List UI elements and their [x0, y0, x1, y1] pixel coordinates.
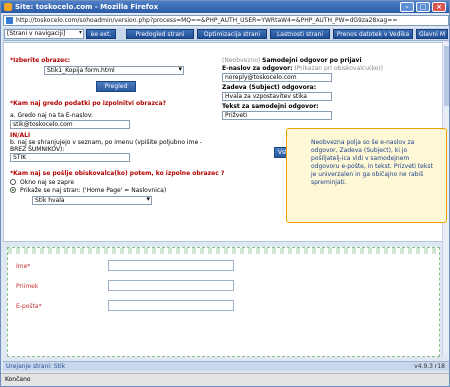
status-text: Končano	[5, 376, 31, 383]
close-window-label: Okno naj se zapre	[20, 179, 75, 186]
select-form-label: *Izberite obrazec:	[10, 57, 71, 64]
close-window-radio[interactable]	[10, 179, 16, 185]
page-icon	[6, 17, 13, 24]
preview-top-border	[8, 248, 439, 254]
browser-status-bar: Končano	[1, 373, 449, 386]
email-field-label: E-pošta*	[16, 303, 42, 310]
tooltip-text: Neobvezna polja so še e-naslov za odgovo…	[311, 139, 433, 186]
database-name-input[interactable]: STIK	[10, 153, 130, 162]
autoreply-heading: (Neobvezno) Samodejni odgovor po prijavi	[222, 57, 362, 64]
scrollbar-thumb[interactable]	[444, 46, 449, 106]
reply-email-title: E-naslov za odgovor:	[222, 65, 293, 72]
subject-label: Zadeva (Subject) odgovora:	[222, 84, 317, 91]
firefox-icon	[4, 3, 12, 11]
show-page-radio[interactable]	[10, 187, 16, 193]
page-properties-button[interactable]: Lastnosti strani	[270, 29, 330, 39]
autoreply-title: Samodejni odgovor po prijavi	[262, 57, 362, 64]
file-download-button[interactable]: Prenos datotek v Vedika	[333, 29, 413, 39]
optimize-page-button[interactable]: Optimizacija strani	[197, 29, 267, 39]
maximize-icon[interactable]: □	[416, 2, 430, 12]
address-bar[interactable]: http://toskocelo.com/sohoadmin/version.p…	[3, 15, 449, 26]
preview-form-button[interactable]: Pregled	[96, 81, 136, 92]
reply-email-hint: (Prikazan pri obiskovalcu(ko))	[294, 65, 384, 72]
subject-input[interactable]: Hvala za vzpostavitev stika	[222, 92, 332, 101]
close-icon[interactable]: ×	[432, 2, 446, 12]
email-field-input[interactable]	[108, 300, 234, 311]
form-select[interactable]: Stik1_Kopija form.html	[44, 66, 184, 75]
page-navigation-select[interactable]: [Strani v navigaciji]	[4, 29, 84, 39]
optional-label: (Neobvezno)	[222, 57, 261, 64]
surname-field-label: Priimek	[16, 283, 39, 290]
or-label: IN/ALI	[10, 132, 31, 139]
reply-text-input[interactable]: Prižveti	[222, 111, 332, 120]
form-preview-area: Ime* Priimek E-pošta*	[7, 247, 440, 357]
browser-window: Site: toskocelo.com - Mozilla Firefox – …	[0, 0, 450, 387]
name-field-input[interactable]	[108, 260, 234, 271]
thank-you-page-select[interactable]: Stik hvala	[32, 196, 152, 205]
help-tooltip: Neobvezna polja so še e-naslov za odgovo…	[286, 128, 447, 223]
url-text: http://toskocelo.com/sohoadmin/version.p…	[16, 17, 398, 24]
surname-field-input[interactable]	[108, 280, 234, 291]
email-option-label: a. Gredo naj na ta E-naslov:	[10, 112, 94, 119]
window-controls: – □ ×	[400, 2, 446, 12]
name-field-label: Ime*	[16, 263, 31, 270]
show-page-label: Prikaže se naj stran: ('Home Page' = Nas…	[20, 187, 167, 194]
destination-email-input[interactable]: stik@toskocelo.com	[10, 120, 130, 129]
redirect-label: *Kam naj se pošlje obiskovalca(ko) potem…	[10, 170, 225, 177]
editing-page-label: Urejanje strani: Stik	[6, 363, 66, 370]
ext-button[interactable]: èe ext.	[86, 29, 116, 39]
main-menu-button[interactable]: Glavni M	[416, 29, 448, 39]
title-bar: Site: toskocelo.com - Mozilla Firefox – …	[1, 1, 449, 13]
database-option-label: b. naj se shranjujejo v seznam, po imenu…	[10, 139, 203, 153]
reply-email-label: E-naslov za odgovor: (Prikazan pri obisk…	[222, 65, 383, 72]
edit-status-bar: Urejanje strani: Stik v4.9.3 r18	[3, 361, 449, 371]
send-data-label: *Kam naj gredo podatki po izpolnitvi obr…	[10, 100, 167, 107]
window-title: Site: toskocelo.com - Mozilla Firefox	[15, 3, 159, 11]
reply-text-label: Tekst za samodejni odgovor:	[222, 103, 319, 110]
version-label: v4.9.3 r18	[414, 363, 445, 370]
reply-email-input[interactable]: noreply@toskocelo.com	[222, 73, 332, 82]
minimize-icon[interactable]: –	[400, 2, 414, 12]
editor-toolbar: [Strani v navigaciji] èe ext. Predogled …	[3, 28, 449, 41]
preview-page-button[interactable]: Predogled strani	[126, 29, 194, 39]
